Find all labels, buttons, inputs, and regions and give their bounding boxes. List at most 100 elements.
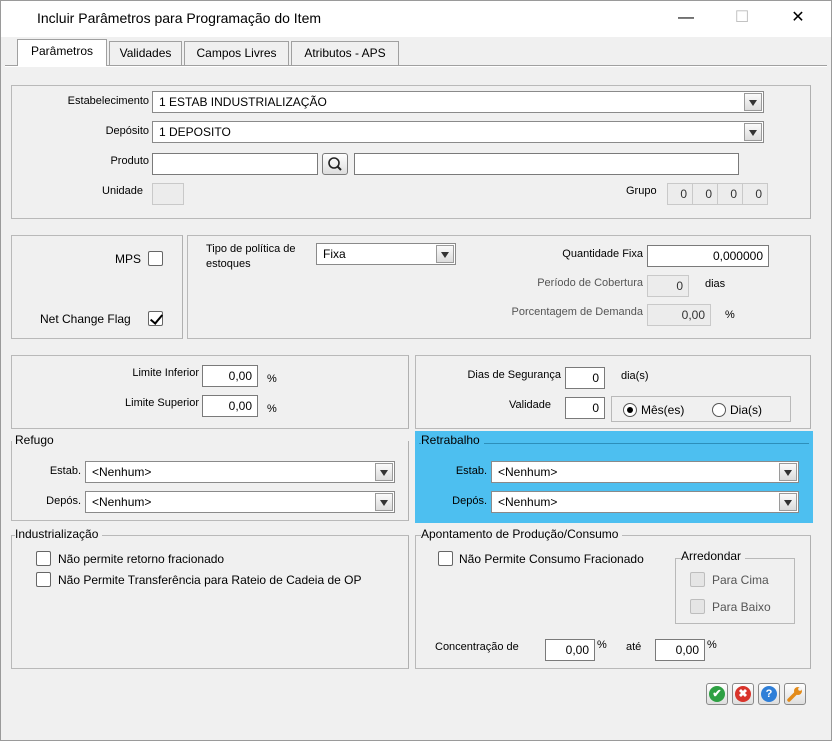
tipo-politica-label-2: estoques bbox=[206, 258, 251, 270]
grupo-field-1: 0 bbox=[667, 183, 693, 205]
tab-validades[interactable]: Validades bbox=[109, 41, 182, 65]
validade-label: Validade bbox=[509, 399, 551, 411]
ok-button[interactable]: ✔ bbox=[706, 683, 728, 705]
help-circle-icon: ? bbox=[761, 686, 777, 702]
cancel-button[interactable]: ✖ bbox=[732, 683, 754, 705]
retrabalho-depos-value: <Nenhum> bbox=[498, 495, 558, 509]
limite-superior-input[interactable]: 0,00 bbox=[202, 395, 258, 417]
dia-radio[interactable] bbox=[712, 403, 726, 417]
limite-inferior-unit: % bbox=[267, 373, 277, 385]
tipo-politica-value: Fixa bbox=[323, 247, 346, 261]
limite-inferior-input[interactable]: 0,00 bbox=[202, 365, 258, 387]
retorno-fracionado-checkbox[interactable] bbox=[36, 551, 51, 566]
tipo-politica-label-1: Tipo de política de bbox=[206, 243, 296, 255]
refugo-depos-select[interactable]: <Nenhum> bbox=[85, 491, 395, 513]
concentracao-de-unit: % bbox=[597, 639, 607, 651]
estabelecimento-label: Estabelecimento bbox=[67, 95, 149, 107]
deposito-select[interactable]: 1 DEPOSITO bbox=[152, 121, 764, 143]
mes-label: Mês(es) bbox=[641, 403, 685, 417]
para-baixo-label: Para Baixo bbox=[712, 600, 771, 614]
refugo-estab-label: Estab. bbox=[49, 465, 81, 477]
concentracao-de-input[interactable]: 0,00 bbox=[545, 639, 595, 661]
porcentagem-demanda-field: 0,00 bbox=[647, 304, 711, 326]
concentracao-ate-input[interactable]: 0,00 bbox=[655, 639, 705, 661]
produto-description-input[interactable] bbox=[354, 153, 739, 175]
title-bar: Incluir Parâmetros para Programação do I… bbox=[1, 1, 831, 37]
tab-content-top bbox=[5, 65, 827, 67]
ate-label: até bbox=[626, 641, 642, 653]
retorno-fracionado-label: Não permite retorno fracionado bbox=[58, 552, 225, 566]
retrabalho-estab-label: Estab. bbox=[455, 465, 487, 477]
periodo-unit: dias bbox=[705, 278, 726, 290]
refugo-estab-value: <Nenhum> bbox=[92, 465, 152, 479]
close-button[interactable]: ✕ bbox=[775, 1, 821, 37]
validade-input[interactable]: 0 bbox=[565, 397, 605, 419]
cancel-circle-icon: ✖ bbox=[735, 686, 751, 702]
retrabalho-estab-select[interactable]: <Nenhum> bbox=[491, 461, 799, 483]
para-cima-label: Para Cima bbox=[712, 573, 769, 587]
transferencia-rateio-checkbox[interactable] bbox=[36, 572, 51, 587]
refugo-title: Refugo bbox=[15, 433, 58, 447]
refugo-depos-label: Depós. bbox=[46, 495, 81, 507]
net-change-label: Net Change Flag bbox=[40, 312, 131, 326]
produto-code-input[interactable] bbox=[152, 153, 318, 175]
grupo-field-4: 0 bbox=[742, 183, 768, 205]
consumo-fracionado-checkbox[interactable] bbox=[438, 551, 453, 566]
chevron-down-icon bbox=[375, 463, 393, 481]
para-cima-checkbox[interactable] bbox=[690, 572, 705, 587]
tab-parametros[interactable]: Parâmetros bbox=[17, 39, 107, 66]
check-circle-icon: ✔ bbox=[709, 686, 725, 702]
tab-atributos-aps[interactable]: Atributos - APS bbox=[291, 41, 399, 65]
refugo-estab-select[interactable]: <Nenhum> bbox=[85, 461, 395, 483]
deposito-label: Depósito bbox=[105, 125, 149, 137]
grupo-label: Grupo bbox=[626, 185, 657, 197]
porcentagem-unit: % bbox=[725, 309, 735, 321]
mps-checkbox[interactable] bbox=[148, 251, 163, 266]
tipo-politica-select[interactable]: Fixa bbox=[316, 243, 456, 265]
chevron-down-icon bbox=[744, 123, 762, 141]
limite-superior-unit: % bbox=[267, 403, 277, 415]
dias-seguranca-input[interactable]: 0 bbox=[565, 367, 605, 389]
estabelecimento-select[interactable]: 1 ESTAB INDUSTRIALIZAÇÃO bbox=[152, 91, 764, 113]
industrializacao-title: Industrialização bbox=[15, 527, 103, 541]
net-change-checkbox[interactable] bbox=[148, 311, 163, 326]
window-title: Incluir Parâmetros para Programação do I… bbox=[37, 10, 322, 26]
tab-bar: Parâmetros Validades Campos Livres Atrib… bbox=[1, 37, 831, 67]
tools-button[interactable] bbox=[784, 683, 806, 705]
periodo-cobertura-field: 0 bbox=[647, 275, 689, 297]
dia-label: Dia(s) bbox=[730, 403, 762, 417]
unidade-field bbox=[152, 183, 184, 205]
chevron-down-icon bbox=[779, 493, 797, 511]
tab-campos-livres[interactable]: Campos Livres bbox=[184, 41, 289, 65]
quantidade-fixa-label: Quantidade Fixa bbox=[562, 248, 643, 260]
estabelecimento-value: 1 ESTAB INDUSTRIALIZAÇÃO bbox=[159, 95, 327, 109]
chevron-down-icon bbox=[779, 463, 797, 481]
retrabalho-title: Retrabalho bbox=[421, 433, 484, 447]
retrabalho-estab-value: <Nenhum> bbox=[498, 465, 558, 479]
limite-superior-label: Limite Superior bbox=[125, 397, 199, 409]
mes-radio[interactable] bbox=[623, 403, 637, 417]
produto-search-button[interactable] bbox=[322, 153, 348, 175]
search-icon bbox=[328, 157, 342, 171]
chevron-down-icon bbox=[744, 93, 762, 111]
quantidade-fixa-input[interactable]: 0,000000 bbox=[647, 245, 769, 267]
refugo-depos-value: <Nenhum> bbox=[92, 495, 152, 509]
arredondar-title: Arredondar bbox=[681, 549, 746, 563]
minimize-button[interactable]: — bbox=[663, 1, 709, 37]
dias-seguranca-unit: dia(s) bbox=[621, 370, 649, 382]
dias-seguranca-label: Dias de Segurança bbox=[467, 369, 561, 381]
produto-label: Produto bbox=[110, 155, 149, 167]
wrench-icon bbox=[787, 687, 802, 702]
grupo-field-2: 0 bbox=[692, 183, 718, 205]
para-baixo-checkbox[interactable] bbox=[690, 599, 705, 614]
deposito-value: 1 DEPOSITO bbox=[159, 125, 231, 139]
retrabalho-depos-select[interactable]: <Nenhum> bbox=[491, 491, 799, 513]
retrabalho-depos-label: Depós. bbox=[452, 495, 487, 507]
limite-inferior-label: Limite Inferior bbox=[132, 367, 199, 379]
periodo-cobertura-label: Período de Cobertura bbox=[537, 277, 643, 289]
concentracao-ate-unit: % bbox=[707, 639, 717, 651]
maximize-button[interactable]: ☐ bbox=[719, 1, 765, 37]
validade-unit-group bbox=[611, 396, 791, 422]
help-button[interactable]: ? bbox=[758, 683, 780, 705]
consumo-fracionado-label: Não Permite Consumo Fracionado bbox=[459, 552, 644, 566]
